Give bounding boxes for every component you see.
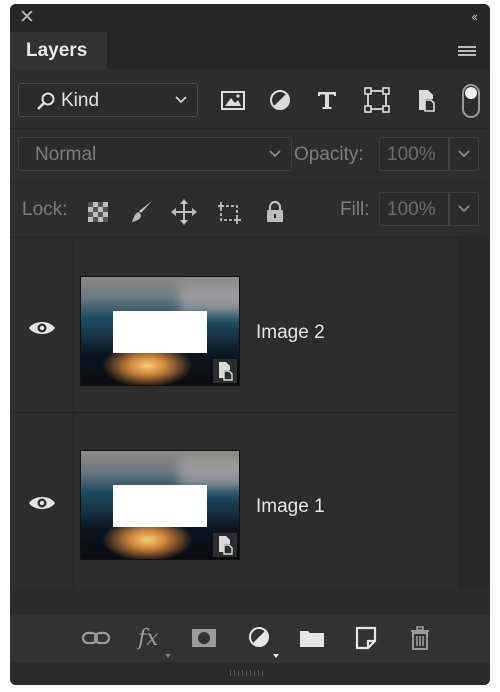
fill-label: Fill: [340,199,370,220]
lock-transparent-pixels-icon[interactable] [84,198,112,226]
hamburger-menu-icon[interactable] [458,46,476,58]
kind-filter-select[interactable]: Kind [18,83,198,117]
lock-all-icon[interactable] [261,198,289,226]
lock-artboard-icon[interactable] [215,198,243,226]
adjustment-dropdown-indicator [273,654,279,658]
eye-icon[interactable] [28,320,56,336]
add-mask-icon[interactable] [190,624,218,652]
new-group-icon[interactable] [298,624,326,652]
type-filter-icon[interactable] [312,86,342,114]
double-chevron-left-icon[interactable]: ‹‹ [471,9,478,24]
opacity-value: 100% [387,144,436,165]
search-icon [37,92,55,110]
opacity-label: Opacity: [294,144,364,165]
layer-row-image-2[interactable]: Image 2 [10,238,458,412]
eye-icon[interactable] [28,495,56,511]
chevron-down-icon [458,150,470,158]
shape-filter-icon[interactable] [362,86,392,114]
filter-toggle-switch[interactable] [462,84,480,118]
kind-filter-label: Kind [61,90,100,111]
fill-input[interactable]: 100% [379,192,449,226]
opacity-dropdown[interactable] [449,137,479,171]
layers-list: Image 2 Image 1 [10,238,470,588]
tab-layers[interactable]: Layers [10,32,107,69]
lock-image-pixels-icon[interactable] [128,198,156,226]
new-layer-icon[interactable] [352,624,380,652]
layer-name: Image 2 [256,322,325,343]
adjustment-layer-icon[interactable] [246,624,274,652]
trash-icon[interactable] [406,624,434,652]
opacity-input[interactable]: 100% [379,137,449,171]
chevron-down-icon [269,150,281,158]
fill-value: 100% [387,199,436,220]
layer-name: Image 1 [256,496,325,517]
smart-object-icon [213,533,237,557]
close-icon[interactable]: ✕ [19,8,35,28]
chevron-down-icon [458,205,470,213]
lock-label: Lock: [22,199,68,220]
lock-position-icon[interactable] [170,198,198,226]
resize-grip[interactable] [230,670,266,676]
layer-thumbnail [80,450,240,560]
footer-toolbar: fx [10,614,490,662]
tab-layers-label: Layers [26,40,88,61]
panel-titlebar: ✕ ‹‹ [10,4,490,32]
smart-object-filter-icon[interactable] [411,86,441,114]
layers-panel: ✕ ‹‹ Layers Kind Normal Opacity: 100% Lo… [10,4,490,685]
chevron-down-icon [175,96,187,104]
layer-row-image-1[interactable]: Image 1 [10,413,458,587]
layers-scrollbar[interactable] [458,238,490,588]
blend-mode-select[interactable]: Normal [18,137,292,171]
fx-icon[interactable]: fx [138,626,159,654]
fill-dropdown[interactable] [449,192,479,226]
pixel-filter-icon[interactable] [218,86,248,114]
blend-mode-value: Normal [35,144,97,165]
divider [10,128,490,129]
divider [10,182,490,183]
fx-dropdown-indicator [165,654,171,658]
link-layers-icon[interactable] [80,624,112,652]
panel-tab-row: Layers [10,32,490,69]
layer-thumbnail [80,276,240,386]
smart-object-icon [213,359,237,383]
adjustment-filter-icon[interactable] [265,86,295,114]
panel-footer: fx [10,588,490,685]
